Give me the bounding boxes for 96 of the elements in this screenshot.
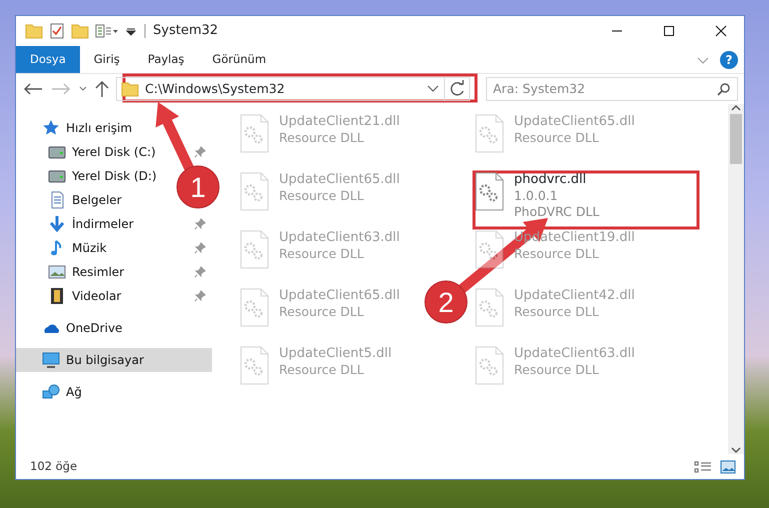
file-version: 1.0.0.1 (514, 188, 559, 204)
file-type: Resource DLL (514, 246, 600, 262)
file-type: Resource DLL (279, 130, 365, 146)
file-name: phodvrc.dll (514, 172, 588, 188)
sidebar-item[interactable]: OneDrive (16, 316, 126, 340)
sidebar-item[interactable]: İndirmeler (16, 212, 212, 236)
help-button[interactable]: ? (720, 50, 738, 68)
dll-file-icon (239, 114, 271, 154)
sidebar-item[interactable]: Belgeler (16, 188, 126, 212)
callout-circle (176, 166, 220, 208)
dropdown-caret-icon[interactable] (426, 84, 440, 94)
dll-file-icon (474, 230, 506, 270)
down-arrow-icon (48, 215, 66, 233)
file-type: Resource DLL (279, 188, 365, 204)
star-icon (42, 119, 60, 137)
dll-file-icon (239, 346, 271, 386)
dll-file-icon (474, 288, 506, 328)
sidebar-item[interactable]: Hızlı erişim (16, 116, 136, 140)
sidebar-item[interactable]: Yerel Disk (C:) (16, 140, 212, 164)
dll-file-icon (239, 230, 271, 270)
ribbon-tab[interactable]: Dosya (16, 46, 80, 73)
file-name: UpdateClient63.dll (514, 346, 635, 362)
file-type: Resource DLL (279, 246, 365, 262)
window-title: System32 (153, 22, 218, 40)
details-view-icon[interactable] (694, 460, 712, 474)
pin-icon[interactable] (194, 266, 206, 278)
file-type: Resource DLL (279, 362, 365, 378)
sidebar-label: Ağ (66, 384, 82, 401)
sidebar-label: Yerel Disk (C:) (72, 144, 156, 161)
file-name: UpdateClient42.dll (514, 288, 635, 304)
search-field[interactable]: Ara: System32 (486, 77, 738, 101)
maximize-icon (663, 25, 675, 37)
sidebar-item[interactable]: Yerel Disk (D:) (16, 164, 161, 188)
pin-icon[interactable] (194, 290, 206, 302)
dll-file-icon (474, 346, 506, 386)
network-icon (42, 383, 60, 401)
sidebar-label: Hızlı erişim (66, 120, 132, 137)
scroll-up-icon[interactable] (731, 104, 741, 112)
scroll-down-icon[interactable] (731, 446, 741, 454)
sidebar-label: Belgeler (72, 192, 122, 209)
file-type: Resource DLL (514, 304, 600, 320)
pin-icon[interactable] (194, 242, 206, 254)
file-name: UpdateClient21.dll (279, 114, 400, 130)
file-type: Resource DLL (514, 130, 600, 146)
sidebar-label: Müzik (72, 240, 107, 257)
file-name: UpdateClient5.dll (279, 346, 392, 362)
pin-icon[interactable] (194, 218, 206, 230)
file-name: UpdateClient65.dll (279, 288, 400, 304)
dll-file-icon (239, 288, 271, 328)
sidebar-label: OneDrive (66, 320, 122, 337)
file-item[interactable]: phodvrc.dll 1.0.0.1 PhoDVRC DLL (472, 170, 602, 228)
ribbon-tab[interactable]: Paylaş (134, 46, 198, 73)
ribbon-tab[interactable]: Giriş (80, 46, 134, 73)
item-count: 102 öğe (30, 458, 78, 475)
callout-arrow (156, 102, 195, 173)
pin-icon[interactable] (194, 146, 206, 158)
file-name: UpdateClient65.dll (279, 172, 400, 188)
sidebar-item[interactable]: Bu bilgisayar (16, 348, 212, 372)
sidebar-item[interactable]: Resimler (16, 260, 212, 284)
callout-circle (424, 280, 468, 324)
checkmark-document-icon[interactable] (49, 22, 65, 40)
back-arrow-icon[interactable] (22, 81, 44, 97)
address-path: C:\Windows\System32 (145, 80, 285, 98)
sidebar-item[interactable]: Müzik (16, 236, 212, 260)
film-strip-icon (48, 287, 66, 305)
picture-icon (48, 263, 66, 281)
folder-icon (121, 80, 141, 98)
sidebar-label: Bu bilgisayar (66, 352, 144, 369)
up-arrow-icon[interactable] (94, 80, 110, 98)
sidebar-label: Yerel Disk (D:) (72, 168, 157, 185)
address-bar[interactable]: C:\Windows\System32 (116, 77, 470, 101)
sidebar-label: Resimler (72, 264, 124, 281)
file-type: Resource DLL (279, 304, 365, 320)
dll-file-icon (239, 172, 271, 212)
separator-icon (143, 22, 147, 40)
sidebar-label: İndirmeler (72, 216, 134, 233)
sidebar-item[interactable]: Videolar (16, 284, 212, 308)
dll-file-icon (474, 114, 506, 154)
sidebar-item[interactable]: Ağ (16, 380, 86, 404)
search-placeholder: Ara: System32 (493, 80, 586, 98)
scrollbar-thumb[interactable] (730, 114, 742, 164)
callout-number: 1 (190, 172, 206, 203)
search-icon (717, 82, 731, 96)
file-name: UpdateClient65.dll (514, 114, 635, 130)
scrollbar[interactable] (728, 104, 744, 454)
monitor-icon (42, 351, 60, 369)
dll-file-icon (474, 172, 506, 212)
file-type: PhoDVRC DLL (514, 204, 600, 220)
file-name: UpdateClient63.dll (279, 230, 400, 246)
close-icon (715, 25, 727, 37)
file-type: Resource DLL (514, 362, 600, 378)
sidebar-label: Videolar (72, 288, 122, 305)
ribbon-tab[interactable]: Görünüm (198, 46, 280, 73)
large-icons-view-icon[interactable] (720, 460, 736, 474)
list-dropdown-icon[interactable] (95, 22, 119, 40)
callout-number: 2 (438, 287, 454, 318)
